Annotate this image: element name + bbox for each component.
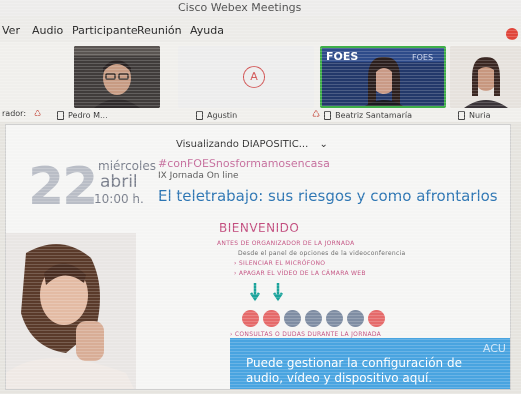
- video-tile-beatriz[interactable]: FOES FOES: [320, 46, 446, 108]
- hashtag: #conFOESnosformamosencasa: [158, 157, 330, 170]
- participant-video-nuria: [450, 46, 521, 108]
- date-weekday: miércoles: [98, 159, 156, 173]
- menu-ver[interactable]: Ver: [2, 24, 20, 37]
- more-icon: [347, 310, 364, 327]
- shared-content[interactable]: Visualizando DIAPOSITIC... ⌄ 22 miércole…: [5, 124, 511, 390]
- mute-icon: [242, 310, 259, 327]
- participant-video-pedro: [74, 46, 160, 108]
- instruction-line: Desde el panel de opciones de la videoco…: [238, 250, 406, 257]
- menu-bar: Ver Audio Participante Reunión Ayuda: [0, 16, 521, 42]
- close-icon[interactable]: [506, 28, 518, 40]
- questions-line: › CONSULTAS O DUDAS DURANTE LA JORNADA: [230, 331, 382, 338]
- video-off-icon: [263, 310, 280, 327]
- audio-settings-banner[interactable]: ACU Puede gestionar la configuración de …: [230, 338, 510, 389]
- participant-label-nuria: Nuria: [458, 109, 490, 121]
- phone-icon: [196, 110, 203, 120]
- sharing-indicator[interactable]: Visualizando DIAPOSITIC... ⌄: [176, 139, 328, 150]
- leave-icon: [368, 310, 385, 327]
- menu-reunion[interactable]: Reunión: [137, 24, 182, 37]
- instruction-line: ANTES DE ORGANIZADOR DE LA JORNADA: [217, 240, 355, 247]
- video-tile-nuria[interactable]: [450, 46, 521, 108]
- welcome-heading: BIENVENIDO: [219, 221, 300, 235]
- date-month: abril: [100, 172, 138, 192]
- date-day: 22: [28, 157, 98, 217]
- jornada-label: IX Jornada On line: [158, 171, 239, 181]
- phone-icon: [57, 110, 64, 120]
- participant-label-agustin: Agustin: [196, 109, 237, 121]
- participant-name: Pedro M...: [68, 110, 108, 120]
- participants-icon: [326, 310, 343, 327]
- avatar: A: [243, 66, 265, 88]
- arrow-down-icons: [249, 283, 284, 302]
- participant-name: Agustin: [207, 110, 238, 120]
- mic-muted-icon: ♺: [312, 110, 321, 120]
- participant-name: Beatriz Santamaría: [335, 110, 412, 120]
- foes-backdrop: FOES: [326, 50, 358, 63]
- menu-audio[interactable]: Audio: [32, 24, 63, 37]
- share-icon: [284, 310, 301, 327]
- sharing-label: Visualizando DIAPOSITIC...: [176, 139, 309, 150]
- phone-icon: [458, 110, 465, 120]
- banner-tag: ACU: [482, 342, 506, 355]
- record-icon: [305, 310, 322, 327]
- instruction-line: › SILENCIAR EL MICRÓFONO: [234, 260, 326, 267]
- video-tile-pedro[interactable]: [74, 46, 160, 108]
- webex-window: Cisco Webex Meetings Ver Audio Participa…: [0, 0, 521, 394]
- title-bar: Cisco Webex Meetings: [0, 0, 521, 16]
- window-title: Cisco Webex Meetings: [178, 1, 302, 14]
- mic-muted-icon: ♺: [34, 109, 42, 118]
- slide-headline: El teletrabajo: sus riesgos y como afron…: [158, 187, 498, 205]
- control-buttons-image: [242, 310, 385, 327]
- menu-participante[interactable]: Participante: [72, 24, 138, 37]
- instruction-line: › APAGAR EL VÍDEO DE LA CÁMARA WEB: [234, 270, 366, 277]
- banner-text: Puede gestionar la configuración de audi…: [246, 356, 462, 385]
- chevron-down-icon: ⌄: [319, 139, 328, 150]
- strip-left-label: rador:: [2, 109, 27, 118]
- woman-photo: [6, 233, 136, 389]
- date-time: 10:00 h.: [94, 192, 144, 206]
- video-tile-agustin[interactable]: A: [178, 46, 314, 108]
- participant-label-pedro: Pedro M...: [57, 109, 108, 121]
- participant-name: Nuria: [469, 110, 491, 120]
- participant-video-beatriz: FOES FOES: [322, 48, 444, 106]
- foes-backdrop-2: FOES: [412, 53, 433, 62]
- participant-label-beatriz: ♺ Beatriz Santamaría: [312, 109, 412, 121]
- participant-strip: rador: ♺ Pedro M... A Agustin FOES FOES …: [0, 42, 521, 122]
- menu-ayuda[interactable]: Ayuda: [190, 24, 224, 37]
- phone-icon: [324, 110, 332, 120]
